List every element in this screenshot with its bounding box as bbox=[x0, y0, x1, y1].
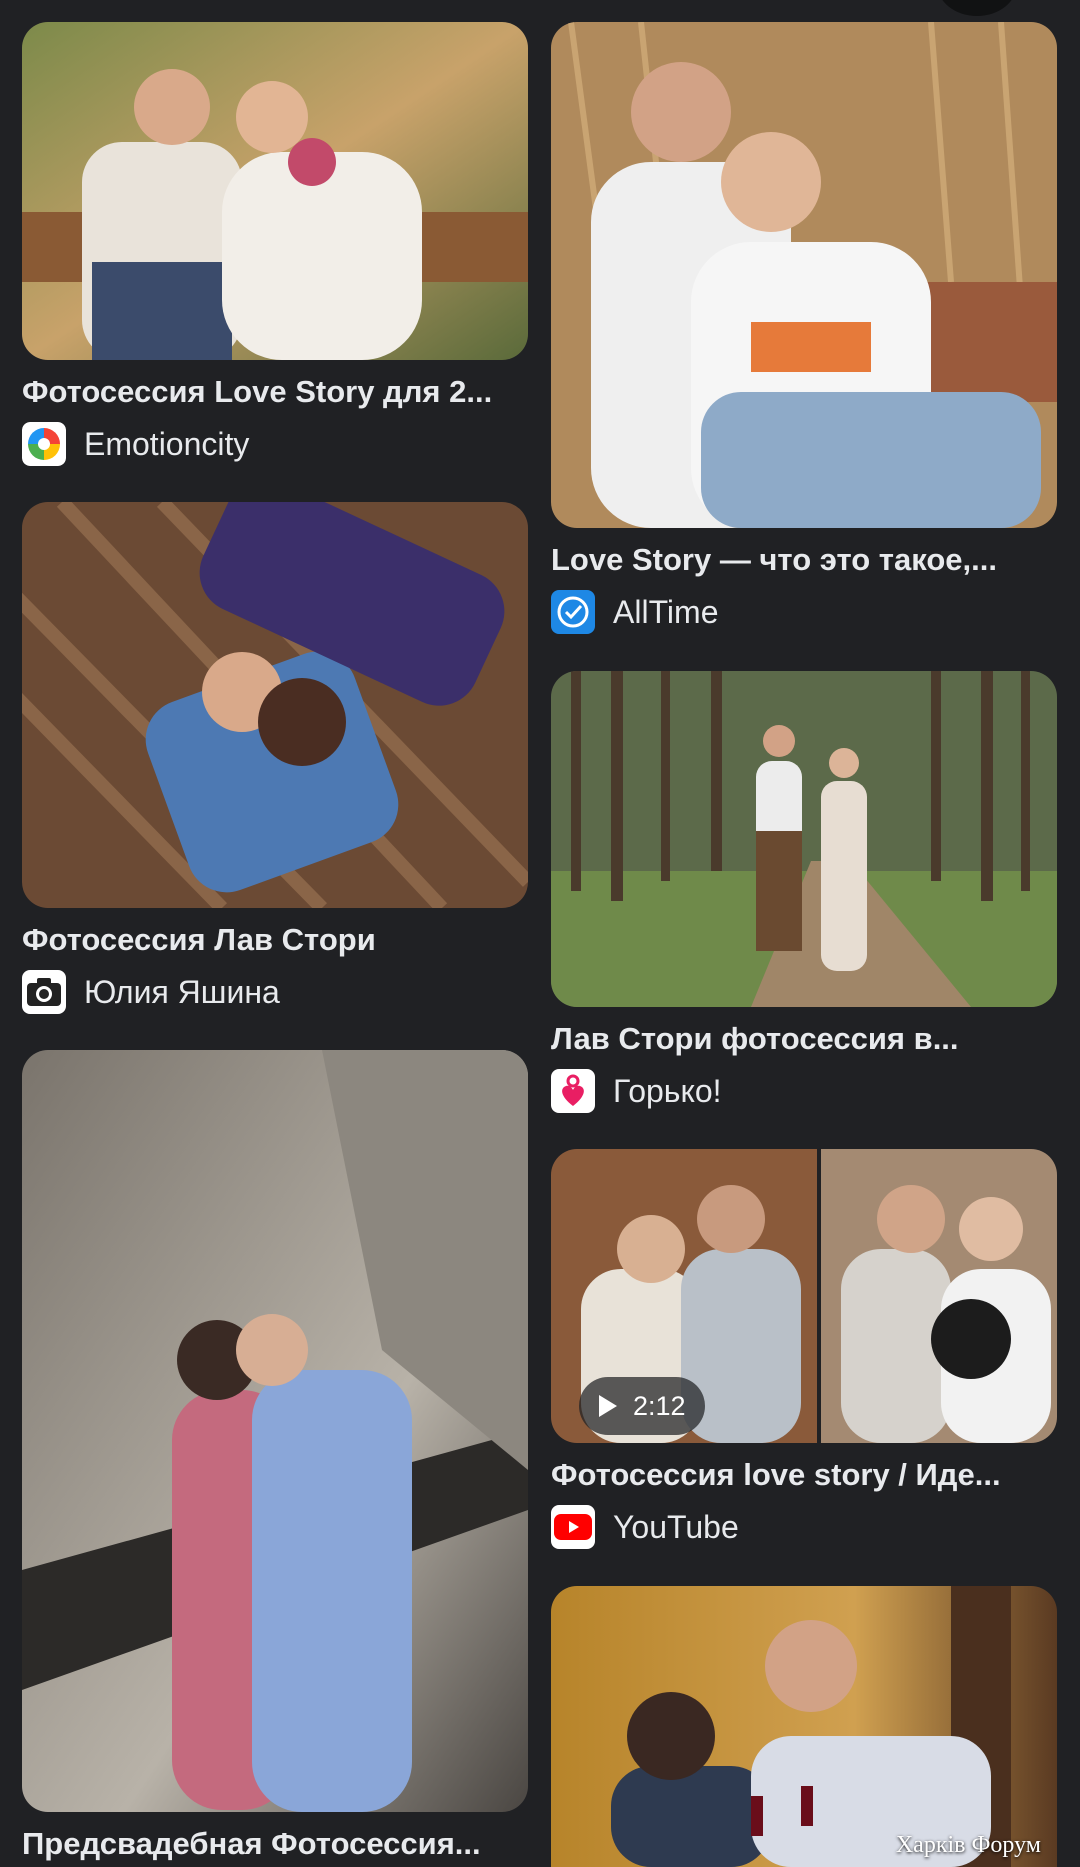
result-title[interactable]: Фотосессия love story / Иде... bbox=[551, 1455, 1057, 1495]
image-watermark: Харків Форум bbox=[895, 1832, 1041, 1858]
source-name: Юлия Яшина bbox=[84, 973, 280, 1010]
video-duration: 2:12 bbox=[633, 1390, 686, 1421]
result-thumbnail[interactable] bbox=[551, 671, 1057, 1007]
result-source[interactable]: AllTime bbox=[551, 590, 718, 634]
result-source[interactable]: Горько! bbox=[551, 1069, 722, 1113]
result-source[interactable]: Emotioncity bbox=[22, 422, 249, 466]
result-title[interactable]: Лав Стори фотосессия в... bbox=[551, 1019, 1057, 1059]
result-thumbnail[interactable] bbox=[22, 502, 528, 908]
result-thumbnail[interactable] bbox=[22, 1050, 528, 1812]
emotioncity-logo-icon bbox=[22, 422, 66, 466]
result-source[interactable]: Юлия Яшина bbox=[22, 970, 280, 1014]
result-thumbnail[interactable]: Харків Форум bbox=[551, 1586, 1057, 1867]
result-title[interactable]: Фотосессия Love Story для 2... bbox=[22, 372, 528, 412]
source-name: Горько! bbox=[613, 1072, 722, 1109]
source-name: Emotioncity bbox=[84, 425, 250, 462]
source-name: YouTube bbox=[613, 1508, 739, 1545]
result-thumbnail[interactable]: 2:12 bbox=[551, 1149, 1057, 1443]
play-icon bbox=[599, 1395, 617, 1417]
video-duration-badge: 2:12 bbox=[579, 1377, 705, 1435]
source-name: AllTime bbox=[613, 593, 719, 630]
result-title[interactable]: Love Story — что это такое,... bbox=[551, 540, 1057, 580]
result-thumbnail[interactable] bbox=[22, 22, 528, 360]
youtube-play-icon bbox=[551, 1505, 595, 1549]
result-title[interactable]: Фотосессия Лав Стори bbox=[22, 920, 528, 960]
gorko-heart-icon bbox=[551, 1069, 595, 1113]
result-source[interactable]: YouTube bbox=[551, 1505, 739, 1549]
camera-icon bbox=[22, 970, 66, 1014]
alltime-clock-icon bbox=[551, 590, 595, 634]
result-thumbnail[interactable] bbox=[551, 22, 1057, 528]
floating-action-button[interactable] bbox=[937, 0, 1017, 16]
result-title[interactable]: Предсвадебная Фотосессия... bbox=[22, 1824, 528, 1864]
